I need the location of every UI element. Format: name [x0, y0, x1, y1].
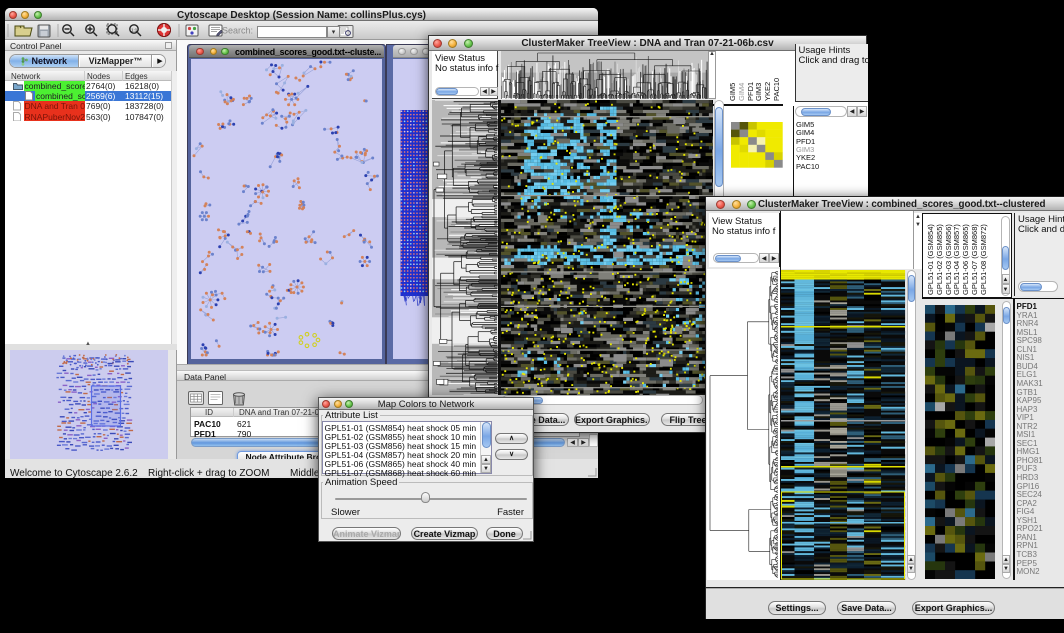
svg-text:Search:: Search:: [222, 26, 253, 36]
svg-text:1:1: 1:1: [131, 28, 138, 33]
